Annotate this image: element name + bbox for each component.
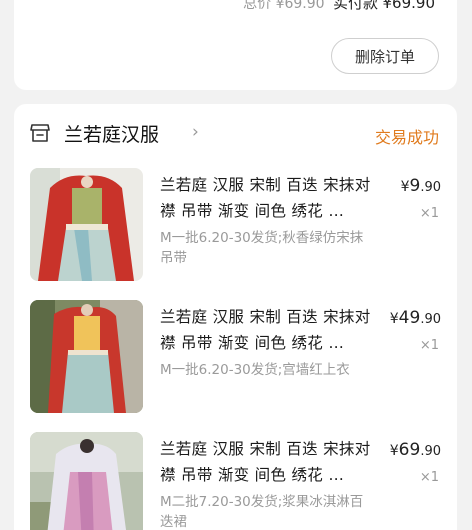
product-sku: M一批6.20-30发货;秋香绿仿宋抹吊带: [160, 230, 364, 266]
product-image[interactable]: [30, 432, 143, 530]
product-quantity: ×1: [419, 470, 439, 485]
order-item[interactable]: 兰若庭 汉服 宋制 百迭 宋抹对襟 吊带 渐变 间色 绣花 … M二批7.20-…: [14, 432, 457, 530]
paid-value: ¥69.90: [382, 0, 436, 12]
product-price: ¥49.90: [390, 308, 441, 328]
product-image[interactable]: [30, 300, 143, 413]
product-title[interactable]: 兰若庭 汉服 宋制 百迭 宋抹对襟 吊带 渐变 间色 绣花 …: [160, 172, 374, 224]
product-title[interactable]: 兰若庭 汉服 宋制 百迭 宋抹对襟 吊带 渐变 间色 绣花 …: [160, 304, 374, 356]
chevron-right-icon: ›: [192, 122, 199, 142]
total-label: 总价: [243, 0, 272, 12]
product-image[interactable]: [30, 168, 143, 281]
product-price: ¥69.90: [390, 440, 441, 460]
product-price: ¥9.90: [401, 176, 441, 196]
shop-header[interactable]: 兰若庭汉服 › 交易成功: [14, 104, 457, 162]
product-quantity: ×1: [419, 206, 439, 221]
price-integer: 49: [398, 308, 421, 328]
order-status: 交易成功: [374, 128, 439, 147]
paid-label: 实付款: [333, 0, 379, 12]
product-sku: M二批7.20-30发货;浆果冰淇淋百迭裙: [160, 494, 364, 530]
total-value: ¥69.90: [275, 0, 325, 12]
shop-name[interactable]: 兰若庭汉服: [64, 120, 159, 147]
order-summary: 总价 ¥69.90 实付款 ¥69.90: [243, 0, 435, 13]
price-integer: 69: [398, 440, 421, 460]
price-symbol: ¥: [389, 443, 399, 459]
order-item[interactable]: 兰若庭 汉服 宋制 百迭 宋抹对襟 吊带 渐变 间色 绣花 … M一批6.20-…: [14, 168, 457, 286]
price-decimal: .90: [420, 444, 441, 459]
delete-order-button[interactable]: 删除订单: [331, 38, 439, 74]
price-decimal: .90: [420, 312, 441, 327]
product-title[interactable]: 兰若庭 汉服 宋制 百迭 宋抹对襟 吊带 渐变 间色 绣花 …: [160, 436, 374, 488]
previous-order-card: 总价 ¥69.90 实付款 ¥69.90 删除订单: [14, 0, 457, 90]
price-symbol: ¥: [389, 311, 399, 327]
product-sku: M一批6.20-30发货;宫墙红上衣: [160, 362, 350, 378]
order-card: 兰若庭汉服 › 交易成功 兰若庭 汉服 宋制 百迭 宋抹对襟 吊带 渐变 间色 …: [14, 104, 457, 530]
product-quantity: ×1: [419, 338, 439, 353]
order-item[interactable]: 兰若庭 汉服 宋制 百迭 宋抹对襟 吊带 渐变 间色 绣花 … M一批6.20-…: [14, 300, 457, 418]
store-icon: [30, 124, 50, 142]
price-decimal: .90: [420, 180, 441, 195]
price-integer: 9: [409, 176, 421, 196]
